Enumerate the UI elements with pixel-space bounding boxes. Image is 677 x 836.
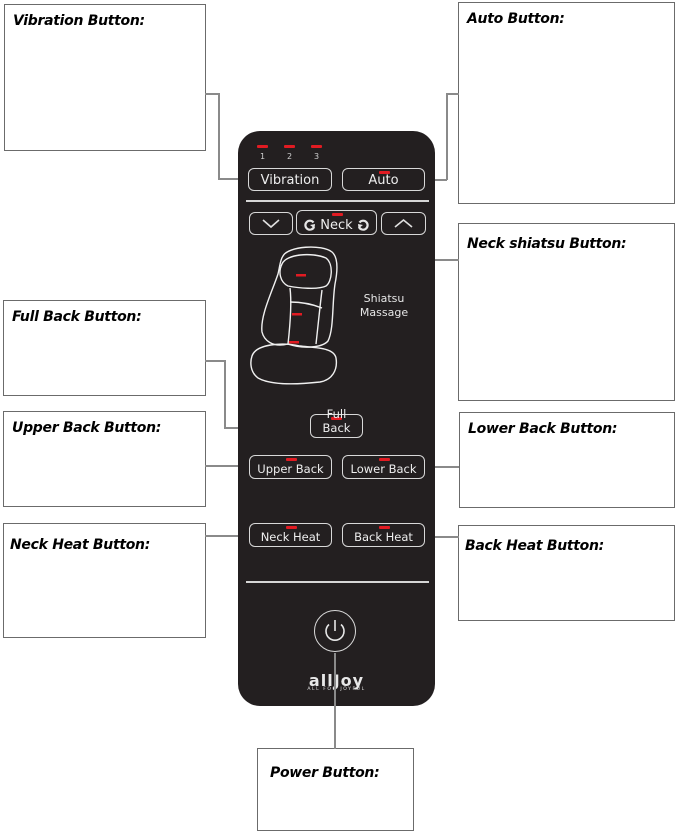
top-divider	[246, 200, 429, 202]
neck-heat-button-label: Neck Heat	[260, 530, 321, 544]
auto-button-label: Auto	[368, 173, 399, 188]
lower-back-annotation-box: Lower Back Button:	[459, 412, 675, 508]
vibration-button[interactable]: Vibration	[248, 168, 332, 191]
upper-back-annotation-title: Upper Back Button:	[12, 420, 162, 436]
back-heat-button-label: Back Heat	[354, 530, 413, 544]
vibration-level-1: 1	[260, 152, 266, 161]
chevron-down-icon	[262, 219, 280, 229]
massage-cushion-illustration	[250, 246, 338, 385]
brand-tagline: ALL FOR JOYFUL	[307, 687, 366, 692]
back-heat-button[interactable]: Back Heat	[342, 523, 425, 547]
bottom-divider	[246, 581, 429, 583]
vibration-level-led-2	[284, 145, 295, 148]
neck-shiatsu-annotation-box: Neck shiatsu Button:	[458, 223, 675, 401]
lower-back-button[interactable]: Lower Back	[342, 455, 425, 479]
neck-shiatsu-button[interactable]: Neck	[296, 210, 377, 235]
rotate-cw-icon	[357, 219, 369, 231]
vibration-button-label: Vibration	[260, 173, 320, 188]
neck-zone-led	[296, 274, 306, 277]
back-heat-annotation-title: Back Heat Button:	[465, 538, 604, 554]
upper-back-button[interactable]: Upper Back	[249, 455, 332, 479]
remote-control: 1 2 3 Vibration Auto Neck Shiatsu Massag…	[238, 131, 435, 706]
shiatsu-label-line2: Massage	[359, 306, 409, 319]
neck-shiatsu-annotation-title: Neck shiatsu Button:	[467, 236, 627, 252]
power-annotation-title: Power Button:	[270, 765, 380, 781]
auto-annotation-box: Auto Button:	[458, 2, 675, 204]
power-button[interactable]	[314, 610, 356, 652]
lower-back-annotation-title: Lower Back Button:	[468, 421, 618, 437]
full-back-annotation-box: Full Back Button:	[3, 300, 206, 396]
auto-button[interactable]: Auto	[342, 168, 425, 191]
upper-back-button-label: Upper Back	[257, 462, 324, 476]
vibration-annotation-box: Vibration Button:	[4, 4, 206, 151]
upper-back-led	[286, 458, 297, 461]
lower-back-button-label: Lower Back	[350, 462, 417, 476]
neck-up-button[interactable]	[381, 212, 426, 235]
vibration-level-led-3	[311, 145, 322, 148]
back-heat-led	[379, 526, 390, 529]
upper-back-zone-led	[292, 313, 302, 316]
vibration-level-2: 2	[287, 152, 293, 161]
auto-annotation-title: Auto Button:	[467, 11, 565, 27]
upper-back-annotation-box: Upper Back Button:	[3, 411, 206, 507]
neck-down-button[interactable]	[249, 212, 293, 235]
power-annotation-box: Power Button:	[257, 748, 414, 831]
vibration-level-led-1	[257, 145, 268, 148]
neck-heat-annotation-title: Neck Heat Button:	[10, 537, 151, 553]
full-back-button[interactable]: Full Back	[310, 407, 363, 438]
power-connector	[334, 653, 336, 749]
shiatsu-massage-label: Shiatsu Massage	[356, 292, 412, 320]
neck-heat-annotation-box: Neck Heat Button:	[3, 523, 206, 638]
neck-heat-button[interactable]: Neck Heat	[249, 523, 332, 547]
full-back-button-label: Full Back	[322, 407, 351, 435]
lower-back-led	[379, 458, 390, 461]
neck-heat-led	[286, 526, 297, 529]
full-back-annotation-title: Full Back Button:	[12, 309, 142, 325]
brand-logo: allJoy ALL FOR JOYFUL	[238, 671, 435, 692]
back-heat-annotation-box: Back Heat Button:	[458, 525, 675, 621]
lower-back-zone-led	[289, 341, 299, 344]
vibration-annotation-title: Vibration Button:	[13, 13, 145, 29]
vibration-level-3: 3	[314, 152, 320, 161]
shiatsu-label-line1: Shiatsu	[363, 292, 405, 305]
chevron-up-icon	[394, 218, 413, 228]
neck-led	[332, 213, 343, 216]
power-icon	[325, 620, 345, 642]
